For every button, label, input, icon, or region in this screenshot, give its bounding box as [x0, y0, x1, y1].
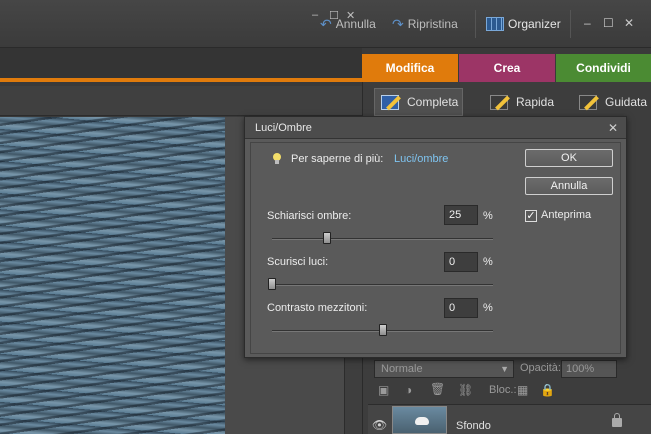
edit-guided-icon — [577, 92, 599, 112]
darken-highlights-field[interactable]: 0 — [444, 252, 478, 272]
lighten-shadows-value: 25 — [449, 209, 462, 221]
organizer-icon — [486, 17, 504, 31]
midtone-contrast-slider[interactable] — [378, 324, 387, 336]
doc-minimize-icon[interactable]: – — [312, 9, 318, 21]
toolbar-separator — [570, 10, 571, 38]
blend-mode-select[interactable]: Normale ▼ — [374, 360, 514, 378]
darken-highlights-track[interactable] — [272, 284, 493, 286]
eye-icon[interactable]: 👁 — [372, 418, 387, 432]
chevron-down-icon: ▼ — [500, 364, 509, 374]
link-icon[interactable]: ⛓ — [458, 383, 473, 397]
close-icon[interactable]: ✕ — [608, 121, 618, 135]
organizer-button[interactable]: Organizer — [486, 16, 561, 32]
mode-rapida[interactable]: Rapida — [488, 88, 554, 116]
darken-highlights-slider[interactable] — [268, 278, 276, 290]
mode-strip — [0, 48, 362, 82]
percent-label: % — [483, 256, 493, 268]
lighten-shadows-track[interactable] — [272, 238, 493, 240]
lock-label: Bloc.: — [489, 384, 517, 396]
percent-label: % — [483, 210, 493, 222]
tab-condividi[interactable]: Condividi — [556, 54, 651, 82]
minimize-window-icon[interactable]: – — [584, 16, 591, 30]
layer-lock-icon — [612, 413, 622, 427]
midtone-contrast-value: 0 — [449, 302, 456, 314]
doc-maximize-icon[interactable]: ☐ — [329, 9, 339, 22]
mode-guidata-label: Guidata — [605, 95, 648, 109]
dialog-title: Luci/Ombre — [255, 122, 312, 134]
close-window-icon[interactable]: ✕ — [624, 16, 634, 30]
redo-button[interactable]: ↷ Ripristina — [392, 16, 458, 32]
mode-rapida-label: Rapida — [516, 95, 555, 109]
midtone-contrast-label: Contrasto mezzitoni: — [267, 302, 368, 314]
trash-icon[interactable]: 🗑 — [430, 382, 445, 396]
mode-completa[interactable]: Completa — [374, 88, 464, 116]
lightbulb-icon — [272, 153, 282, 165]
mode-completa-label: Completa — [407, 95, 459, 109]
dialog-titlebar[interactable]: Luci/Ombre ✕ — [245, 117, 626, 139]
preview-checkbox[interactable]: ✓ — [525, 210, 537, 222]
percent-label: % — [483, 302, 493, 314]
learn-more-link[interactable]: Luci/ombre — [394, 153, 448, 165]
layer-name: Sfondo — [456, 420, 491, 432]
adjustment-layer-icon[interactable]: ◑ — [405, 383, 412, 397]
cancel-button[interactable]: Annulla — [525, 177, 613, 195]
lighten-shadows-slider[interactable] — [323, 232, 332, 244]
organizer-label: Organizer — [508, 17, 561, 31]
tab-modifica[interactable]: Modifica — [362, 54, 458, 82]
new-layer-icon[interactable]: ▣ — [378, 383, 389, 397]
redo-label: Ripristina — [407, 17, 458, 31]
undo-label: Annulla — [335, 17, 376, 31]
blend-mode-value: Normale — [381, 363, 423, 375]
lighten-shadows-label: Schiarisci ombre: — [267, 210, 352, 222]
opacity-value: 100% — [566, 363, 595, 375]
maximize-window-icon[interactable]: ☐ — [603, 16, 614, 30]
darken-highlights-value: 0 — [449, 256, 456, 268]
learn-more-label: Per saperne di più: — [291, 153, 384, 165]
midtone-contrast-field[interactable]: 0 — [444, 298, 478, 318]
lock-all-icon[interactable]: 🔒 — [540, 383, 555, 397]
darken-highlights-label: Scurisci luci: — [267, 256, 329, 268]
lighten-shadows-field[interactable]: 25 — [444, 205, 478, 225]
tab-crea[interactable]: Crea — [459, 54, 555, 82]
edit-quick-icon — [488, 92, 510, 112]
document-header — [0, 86, 362, 116]
redo-icon: ↷ — [392, 15, 404, 32]
toolbar-separator — [475, 10, 476, 38]
doc-close-icon[interactable]: ✕ — [346, 9, 355, 22]
edit-full-icon — [379, 92, 401, 112]
dialog-body — [250, 142, 621, 354]
mode-guidata[interactable]: Guidata — [577, 88, 647, 116]
ok-button[interactable]: OK — [525, 149, 613, 167]
lock-transparency-icon[interactable]: ▦ — [517, 383, 528, 397]
opacity-label: Opacità: — [520, 362, 561, 374]
photo-water-image — [0, 117, 225, 434]
preview-label: Anteprima — [541, 209, 592, 221]
opacity-field[interactable]: 100% — [561, 360, 617, 378]
layer-thumbnail — [392, 406, 447, 434]
